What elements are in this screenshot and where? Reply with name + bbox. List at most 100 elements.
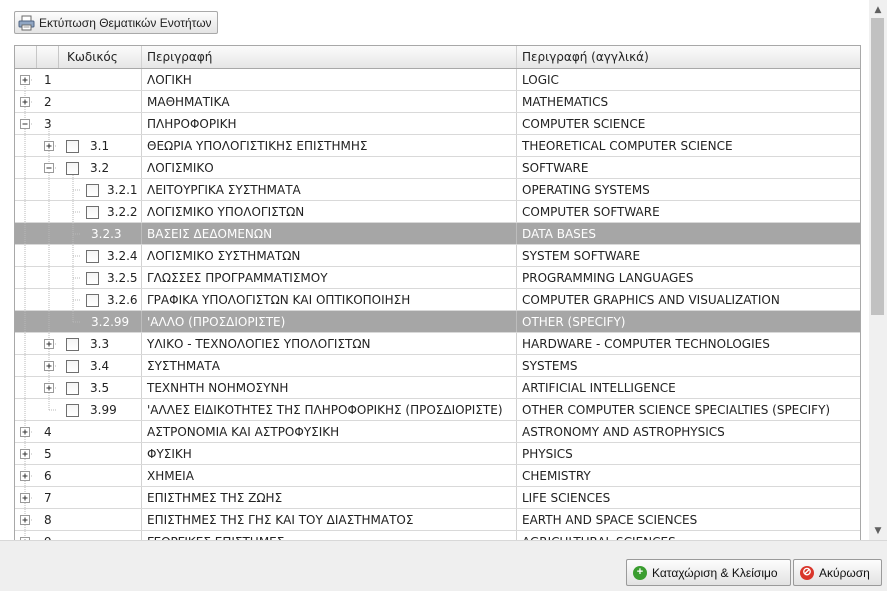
- row-checkbox[interactable]: [66, 140, 79, 153]
- table-row[interactable]: 1 ΛΟΓΙΚΗ LOGIC: [15, 69, 860, 91]
- row-checkbox[interactable]: [86, 250, 99, 263]
- table-row[interactable]: 3.1 ΘΕΩΡΙΑ ΥΠΟΛΟΓΙΣΤΙΚΗΣ ΕΠΙΣΤΗΜΗΣ THEORET…: [15, 135, 860, 157]
- code-cell: 6: [15, 465, 142, 486]
- description-cell: ΥΛΙΚΟ - ΤΕΧΝΟΛΟΓΙΕΣ ΥΠΟΛΟΓΙΣΤΩΝ: [142, 333, 517, 354]
- row-checkbox[interactable]: [86, 272, 99, 285]
- column-header-description-label: Περιγραφή: [147, 50, 213, 64]
- table-row[interactable]: 7 ΕΠΙΣΤΗΜΕΣ ΤΗΣ ΖΩΗΣ LIFE SCIENCES: [15, 487, 860, 509]
- code-cell: 2: [15, 91, 142, 112]
- table-row[interactable]: 2 ΜΑΘΗΜΑΤΙΚΑ MATHEMATICS: [15, 91, 860, 113]
- expand-icon[interactable]: [44, 361, 54, 371]
- description-en-cell: MATHEMATICS: [522, 94, 609, 109]
- description-cell: ΛΟΓΙΚΗ: [142, 69, 517, 90]
- description-en-cell: HARDWARE - COMPUTER TECHNOLOGIES: [522, 336, 770, 351]
- expand-icon[interactable]: [20, 75, 30, 85]
- row-code: 9: [44, 531, 52, 541]
- description-cell: ΛΟΓΙΣΜΙΚΟ ΥΠΟΛΟΓΙΣΤΩΝ: [142, 201, 517, 222]
- row-checkbox[interactable]: [86, 206, 99, 219]
- dialog-footer: + Καταχώριση & Κλείσιμο ⊘ Ακύρωση: [0, 540, 887, 591]
- column-header-description-en[interactable]: Περιγραφή (αγγλικά): [517, 46, 860, 68]
- table-row[interactable]: 3.2.4 ΛΟΓΙΣΜΙΚΟ ΣΥΣΤΗΜΑΤΩΝ SYSTEM SOFTWARE: [15, 245, 860, 267]
- expand-icon[interactable]: [20, 427, 30, 437]
- table-row[interactable]: 3.2.2 ΛΟΓΙΣΜΙΚΟ ΥΠΟΛΟΓΙΣΤΩΝ COMPUTER SOFTW…: [15, 201, 860, 223]
- description-en-cell: OPERATING SYSTEMS: [522, 182, 650, 197]
- column-header-description[interactable]: Περιγραφή: [142, 46, 517, 68]
- row-code: 3.2.2: [107, 204, 138, 219]
- row-checkbox[interactable]: [66, 338, 79, 351]
- expand-icon[interactable]: [20, 493, 30, 503]
- description-en-cell: SYSTEMS: [522, 358, 578, 373]
- description-cell: ΑΣΤΡΟΝΟΜΙΑ ΚΑΙ ΑΣΤΡΟΦΥΣΙΚΗ: [142, 421, 517, 442]
- description-cell: 'ΑΛΛΟ (ΠΡΟΣΔΙΟΡΙΣΤΕ): [142, 311, 517, 332]
- code-cell: 3.2: [15, 157, 142, 178]
- expand-icon[interactable]: [44, 339, 54, 349]
- row-checkbox[interactable]: [86, 184, 99, 197]
- cancel-button[interactable]: ⊘ Ακύρωση: [793, 559, 882, 586]
- table-row[interactable]: 3.2.99 'ΑΛΛΟ (ΠΡΟΣΔΙΟΡΙΣΤΕ) OTHER (SPECIFY…: [15, 311, 860, 333]
- table-row[interactable]: 3.5 ΤΕΧΝΗΤΗ ΝΟΗΜΟΣΥΝΗ ARTIFICIAL INTELLIGE…: [15, 377, 860, 399]
- scrollbar-thumb[interactable]: [871, 18, 884, 315]
- expand-icon[interactable]: [20, 471, 30, 481]
- table-row[interactable]: 3.2.3 ΒΑΣΕΙΣ ΔΕΔΟΜΕΝΩΝ DATA BASES: [15, 223, 860, 245]
- row-checkbox[interactable]: [86, 294, 99, 307]
- table-row[interactable]: 3.3 ΥΛΙΚΟ - ΤΕΧΝΟΛΟΓΙΕΣ ΥΠΟΛΟΓΙΣΤΩΝ HARDWA…: [15, 333, 860, 355]
- row-code: 3.3: [90, 336, 110, 351]
- code-cell: 5: [15, 443, 142, 464]
- description-cell: ΒΑΣΕΙΣ ΔΕΔΟΜΕΝΩΝ: [142, 223, 517, 244]
- scroll-down-icon[interactable]: ▼: [869, 522, 887, 539]
- code-cell: 1: [15, 69, 142, 90]
- save-and-close-button[interactable]: + Καταχώριση & Κλείσιμο: [626, 559, 791, 586]
- table-row[interactable]: 9 ΓΕΩΡΓΙΚΕΣ ΕΠΙΣΤΗΜΕΣAGRICULTURAL SCIENCE…: [15, 531, 860, 540]
- row-checkbox[interactable]: [66, 162, 79, 175]
- table-row[interactable]: 8 ΕΠΙΣΤΗΜΕΣ ΤΗΣ ΓΗΣ ΚΑΙ ΤΟΥ ΔΙΑΣΤΗΜΑΤΟΣ EA…: [15, 509, 860, 531]
- row-checkbox[interactable]: [66, 382, 79, 395]
- description-cell: ΛΕΙΤΟΥΡΓΙΚΑ ΣΥΣΤΗΜΑΤΑ: [142, 179, 517, 200]
- tree-lines: [20, 509, 33, 530]
- code-cell: 3.2.2: [15, 201, 142, 222]
- table-row[interactable]: 3 ΠΛΗΡΟΦΟΡΙΚΗ COMPUTER SCIENCE: [15, 113, 860, 135]
- table-row[interactable]: 3.2.5 ΓΛΩΣΣΕΣ ΠΡΟΓΡΑΜΜΑΤΙΣΜΟΥ PROGRAMMING …: [15, 267, 860, 289]
- row-checkbox[interactable]: [66, 404, 79, 417]
- tree-grid-scroll-area[interactable]: Εκτύπωση Θεματικών Ενοτήτων Κωδικός Περι…: [0, 0, 869, 540]
- code-cell: 3.3: [15, 333, 142, 354]
- expand-icon[interactable]: [44, 383, 54, 393]
- expand-icon[interactable]: [20, 515, 30, 525]
- tree-lines: [20, 75, 33, 90]
- code-cell: 3.2.4: [15, 245, 142, 266]
- collapse-icon[interactable]: [44, 163, 54, 173]
- table-row[interactable]: 5 ΦΥΣΙΚΗ PHYSICS: [15, 443, 860, 465]
- table-row[interactable]: 6 ΧΗΜΕΙΑ CHEMISTRY: [15, 465, 860, 487]
- description-cell: ΕΠΙΣΤΗΜΕΣ ΤΗΣ ΓΗΣ ΚΑΙ ΤΟΥ ΔΙΑΣΤΗΜΑΤΟΣ: [142, 509, 517, 530]
- print-topics-button[interactable]: Εκτύπωση Θεματικών Ενοτήτων: [14, 11, 218, 34]
- table-row[interactable]: 3.2 ΛΟΓΙΣΜΙΚΟ SOFTWARE: [15, 157, 860, 179]
- topics-tree-grid: Κωδικός Περιγραφή Περιγραφή (αγγλικά) 1 Λ…: [14, 45, 861, 540]
- table-row[interactable]: 3.2.1 ΛΕΙΤΟΥΡΓΙΚΑ ΣΥΣΤΗΜΑΤΑ OPERATING SYST…: [15, 179, 860, 201]
- grid-header: Κωδικός Περιγραφή Περιγραφή (αγγλικά): [15, 46, 860, 69]
- row-code: 3.99: [90, 402, 117, 417]
- code-cell: 3.2.3: [15, 223, 142, 244]
- collapse-icon[interactable]: [20, 119, 30, 129]
- code-cell: 7: [15, 487, 142, 508]
- row-code: 3.4: [90, 358, 110, 373]
- code-cell: 3.4: [15, 355, 142, 376]
- description-en-cell: PHYSICS: [522, 446, 573, 461]
- description-en-cell: THEORETICAL COMPUTER SCIENCE: [522, 138, 733, 153]
- row-checkbox[interactable]: [66, 360, 79, 373]
- description-cell: ΛΟΓΙΣΜΙΚΟ: [142, 157, 517, 178]
- table-row[interactable]: 4 ΑΣΤΡΟΝΟΜΙΑ ΚΑΙ ΑΣΤΡΟΦΥΣΙΚΗ ASTRONOMY AND…: [15, 421, 860, 443]
- description-cell: ΜΑΘΗΜΑΤΙΚΑ: [142, 91, 517, 112]
- grid-body: 1 ΛΟΓΙΚΗ LOGIC 2 ΜΑΘΗΜΑΤΙΚΑ MATHEMATICS 3 ΠΛΗΡΟ…: [15, 69, 860, 540]
- row-code: 3.5: [90, 380, 110, 395]
- table-row[interactable]: 3.2.6 ΓΡΑΦΙΚΑ ΥΠΟΛΟΓΙΣΤΩΝ ΚΑΙ ΟΠΤΙΚΟΠΟΙΗΣ…: [15, 289, 860, 311]
- expand-icon[interactable]: [20, 449, 30, 459]
- expand-icon[interactable]: [20, 97, 30, 107]
- column-header-code[interactable]: Κωδικός: [15, 46, 142, 68]
- description-en-cell: OTHER (SPECIFY): [522, 314, 626, 329]
- scroll-up-icon[interactable]: ▲: [869, 1, 887, 18]
- expand-icon[interactable]: [44, 141, 54, 151]
- table-row[interactable]: 3.4 ΣΥΣΤΗΜΑΤΑ SYSTEMS: [15, 355, 860, 377]
- print-topics-label: Εκτύπωση Θεματικών Ενοτήτων: [39, 15, 212, 30]
- row-code: 5: [44, 446, 52, 461]
- table-row[interactable]: 3.99 'ΑΛΛΕΣ ΕΙΔΙΚΟΤΗΤΕΣ ΤΗΣ ΠΛΗΡΟΦΟΡΙΚΗΣ …: [15, 399, 860, 421]
- vertical-scrollbar[interactable]: ▲ ▼: [869, 0, 887, 540]
